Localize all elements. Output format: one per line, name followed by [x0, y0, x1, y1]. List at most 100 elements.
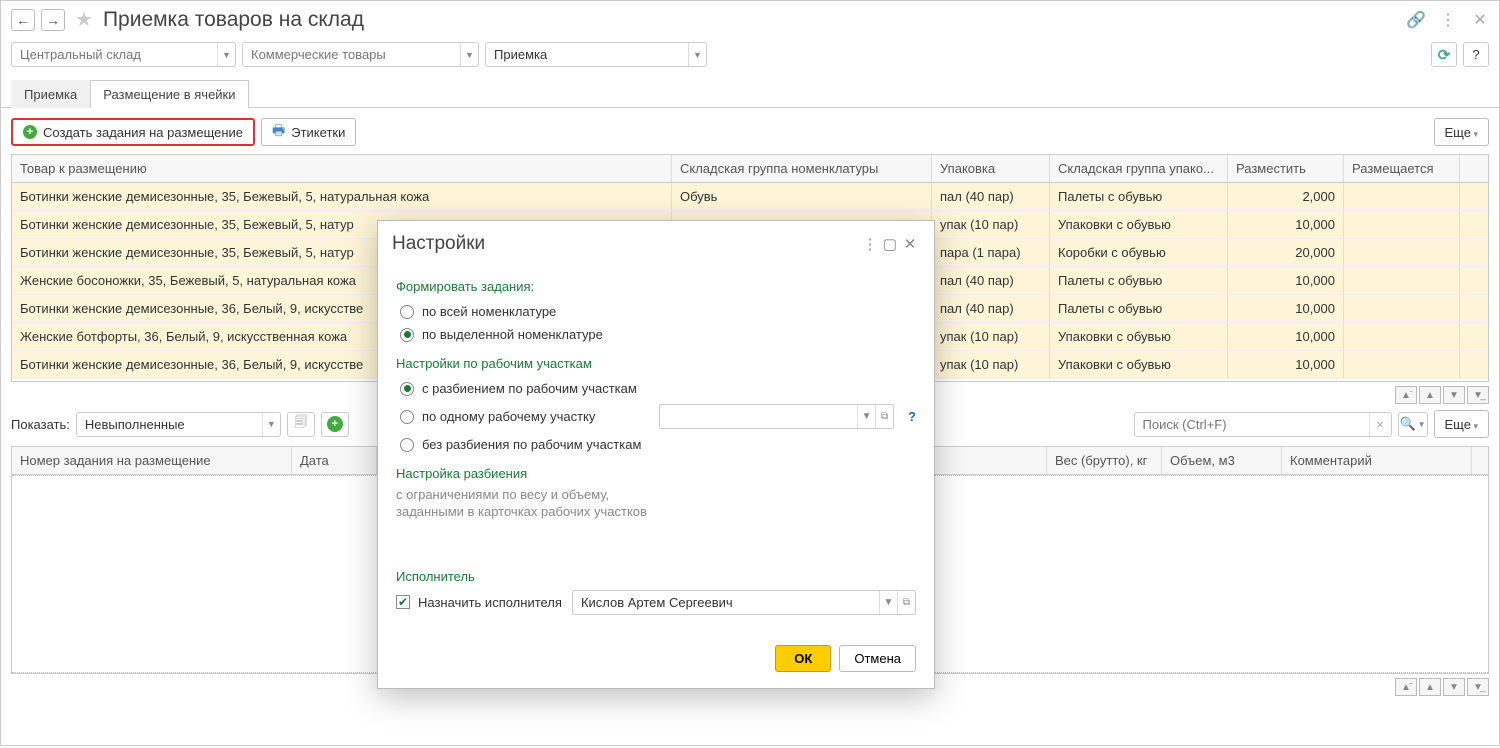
add-item-button[interactable]: +: [321, 412, 349, 437]
warehouse-combo[interactable]: Центральный склад ▼: [11, 42, 236, 67]
chevron-down-icon[interactable]: ▼: [857, 405, 875, 428]
modal-close-icon[interactable]: ✕: [900, 235, 920, 253]
print-list-button[interactable]: 🗐: [287, 412, 315, 437]
radio-split-by-areas[interactable]: с разбиением по рабочим участкам: [396, 377, 916, 400]
chevron-down-icon[interactable]: ▼: [879, 591, 897, 614]
kebab-menu-icon[interactable]: ⋮: [1439, 11, 1457, 29]
refresh-button[interactable]: ⟳: [1431, 42, 1457, 67]
radio-icon: [400, 438, 414, 452]
cell-packgroup: Упаковки с обувью: [1050, 323, 1228, 350]
work-area-combo[interactable]: ▼ ⧉: [659, 404, 894, 429]
open-icon[interactable]: ⧉: [875, 405, 893, 428]
cell-pack: упак (10 пар): [932, 323, 1050, 350]
ok-button[interactable]: ОК: [775, 645, 831, 672]
col-volume[interactable]: Объем, м3: [1162, 447, 1282, 474]
sort-first-icon[interactable]: ▲̄: [1395, 678, 1417, 696]
radio-all-nomenclature[interactable]: по всей номенклатуре: [396, 300, 916, 323]
search-input[interactable]: [1135, 417, 1369, 432]
help-button[interactable]: ?: [1463, 42, 1489, 67]
modal-kebab-icon[interactable]: ⋮: [860, 235, 880, 253]
assign-executor-checkbox[interactable]: ✔ Назначить исполнителя: [396, 591, 562, 614]
table-row[interactable]: Ботинки женские демисезонные, 35, Бежевы…: [12, 183, 1488, 211]
chevron-down-icon[interactable]: ▼: [460, 43, 478, 66]
radio-no-split[interactable]: без разбиения по рабочим участкам: [396, 433, 916, 456]
warehouse-value: Центральный склад: [12, 47, 217, 62]
col-placed[interactable]: Размещается: [1344, 155, 1460, 182]
radio-one-area[interactable]: по одному рабочему участку ▼ ⧉ ?: [396, 400, 916, 433]
sort-last-icon[interactable]: ▼̲: [1467, 678, 1489, 696]
checkbox-icon: ✔: [396, 595, 410, 609]
cell-pack: пал (40 пар): [932, 295, 1050, 322]
sort-up-icon[interactable]: ▲: [1419, 678, 1441, 696]
chevron-down-icon[interactable]: ▼: [217, 43, 235, 66]
modal-maximize-icon[interactable]: ▢: [880, 235, 900, 253]
col-product[interactable]: Товар к размещению: [12, 155, 672, 182]
section-work-areas: Настройки по рабочим участкам: [396, 356, 916, 371]
tab-receiving[interactable]: Приемка: [11, 80, 90, 108]
open-icon[interactable]: ⧉: [897, 591, 915, 614]
cell-packgroup: Палеты с обувью: [1050, 183, 1228, 210]
search-clear-icon[interactable]: ×: [1369, 413, 1391, 436]
cell-packgroup: Коробки с обувью: [1050, 239, 1228, 266]
show-filter-combo[interactable]: Невыполненные ▼: [76, 412, 281, 437]
modal-title: Настройки: [392, 233, 860, 255]
cell-place: 10,000: [1228, 323, 1344, 350]
search-input-wrapper: ×: [1134, 412, 1392, 437]
close-icon[interactable]: ✕: [1471, 11, 1489, 29]
cell-place: 10,000: [1228, 295, 1344, 322]
nav-back-button[interactable]: ←: [11, 9, 35, 31]
sort-first-icon[interactable]: ▲̄: [1395, 386, 1417, 404]
sort-down-icon[interactable]: ▼: [1443, 678, 1465, 696]
chevron-down-icon[interactable]: ▼: [688, 43, 706, 66]
operation-combo[interactable]: Приемка ▼: [485, 42, 707, 67]
sort-down-icon[interactable]: ▼: [1443, 386, 1465, 404]
create-placement-task-button[interactable]: + Создать задания на размещение: [11, 118, 255, 146]
executor-combo[interactable]: Кислов Артем Сергеевич ▼ ⧉: [572, 590, 916, 615]
col-comment[interactable]: Комментарий: [1282, 447, 1472, 474]
products-grid-header: Товар к размещению Складская группа номе…: [12, 155, 1488, 183]
sort-up-icon[interactable]: ▲: [1419, 386, 1441, 404]
more-label: Еще: [1445, 417, 1478, 432]
goods-type-value: Коммерческие товары: [243, 47, 460, 62]
magnifier-icon: 🔍: [1399, 416, 1415, 432]
radio-selected-label: по выделенной номенклатуре: [422, 327, 603, 342]
cell-placed: [1344, 183, 1460, 210]
tab-placement[interactable]: Размещение в ячейки: [90, 80, 248, 108]
link-icon[interactable]: 🔗: [1407, 11, 1425, 29]
goods-type-combo[interactable]: Коммерческие товары ▼: [242, 42, 479, 67]
labels-button-label: Этикетки: [291, 125, 345, 140]
cell-placed: [1344, 295, 1460, 322]
nav-forward-button[interactable]: →: [41, 9, 65, 31]
cell-place: 20,000: [1228, 239, 1344, 266]
labels-button[interactable]: 🖶 Этикетки: [261, 118, 356, 146]
chevron-down-icon[interactable]: ▼: [262, 413, 280, 436]
radio-one-label: по одному рабочему участку: [422, 409, 595, 424]
help-link[interactable]: ?: [908, 409, 916, 424]
more-button-top[interactable]: Еще: [1434, 118, 1489, 146]
col-task-number[interactable]: Номер задания на размещение: [12, 447, 292, 474]
col-pack[interactable]: Упаковка: [932, 155, 1050, 182]
cell-placed: [1344, 267, 1460, 294]
sort-last-icon[interactable]: ▼̲: [1467, 386, 1489, 404]
col-packgroup[interactable]: Складская группа упако...: [1050, 155, 1228, 182]
cell-place: 2,000: [1228, 183, 1344, 210]
section-split-settings: Настройка разбиения: [396, 466, 916, 481]
cell-packgroup: Упаковки с обувью: [1050, 211, 1228, 238]
cell-place: 10,000: [1228, 351, 1344, 378]
col-place[interactable]: Разместить: [1228, 155, 1344, 182]
favorite-star-icon[interactable]: ★: [75, 7, 93, 32]
refresh-icon: ⟳: [1438, 46, 1451, 64]
search-dropdown-button[interactable]: 🔍 ▼: [1398, 412, 1428, 437]
plus-circle-icon: +: [327, 416, 343, 432]
cell-packgroup: Упаковки с обувью: [1050, 351, 1228, 378]
radio-selected-nomenclature[interactable]: по выделенной номенклатуре: [396, 323, 916, 346]
col-nomgroup[interactable]: Складская группа номенклатуры: [672, 155, 932, 182]
cell-packgroup: Палеты с обувью: [1050, 267, 1228, 294]
assign-executor-label: Назначить исполнителя: [418, 595, 562, 610]
more-button-bottom[interactable]: Еще: [1434, 410, 1489, 438]
col-date[interactable]: Дата: [292, 447, 377, 474]
cell-placed: [1344, 211, 1460, 238]
cancel-button[interactable]: Отмена: [839, 645, 916, 672]
cell-pack: пара (1 пара): [932, 239, 1050, 266]
col-weight[interactable]: Вес (брутто), кг: [1047, 447, 1162, 474]
